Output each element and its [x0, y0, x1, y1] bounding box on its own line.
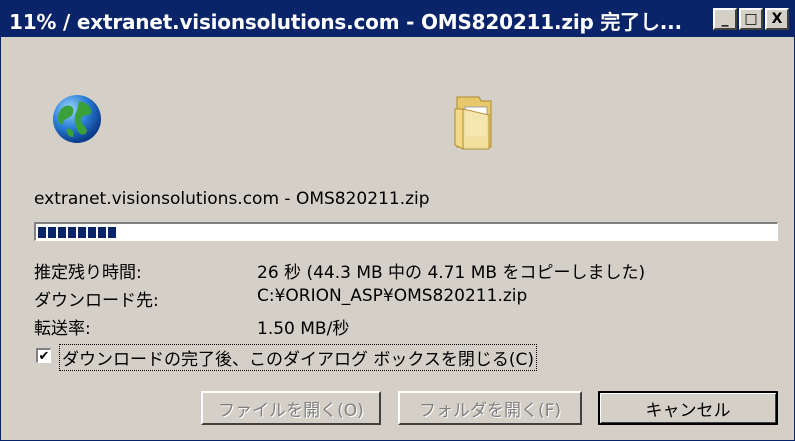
destination-value: C:¥ORION_ASP¥OMS820211.zip	[257, 286, 528, 306]
remaining-time-label: 推定残り時間:	[34, 263, 142, 283]
close-on-complete-checkbox[interactable]: ✔	[36, 348, 51, 363]
folder-icon	[451, 93, 501, 151]
minimize-button[interactable]: _	[713, 8, 737, 30]
progress-fill	[38, 227, 116, 238]
close-on-complete-label[interactable]: ダウンロードの完了後、このダイアログ ボックスを閉じる(C)	[59, 344, 538, 371]
open-folder-button[interactable]: フォルダを開く(F)	[398, 391, 582, 425]
globe-icon	[51, 93, 103, 145]
title-bar[interactable]: 11% / extranet.visionsolutions.com - OMS…	[1, 1, 794, 37]
destination-label: ダウンロード先:	[34, 291, 159, 311]
close-button[interactable]: X	[765, 8, 789, 30]
transfer-rate-label: 転送率:	[34, 319, 91, 339]
download-dialog: 11% / extranet.visionsolutions.com - OMS…	[0, 0, 795, 441]
open-file-button[interactable]: ファイルを開く(O)	[201, 391, 381, 425]
maximize-button[interactable]: □	[739, 8, 763, 30]
remaining-time-value: 26 秒 (44.3 MB 中の 4.71 MB をコピーしました)	[257, 263, 646, 283]
download-source-text: extranet.visionsolutions.com - OMS820211…	[34, 189, 430, 209]
window-title: 11% / extranet.visionsolutions.com - OMS…	[9, 10, 682, 34]
cancel-button[interactable]: キャンセル	[598, 391, 778, 425]
transfer-rate-value: 1.50 MB/秒	[257, 319, 350, 339]
download-progress-bar	[34, 222, 778, 241]
